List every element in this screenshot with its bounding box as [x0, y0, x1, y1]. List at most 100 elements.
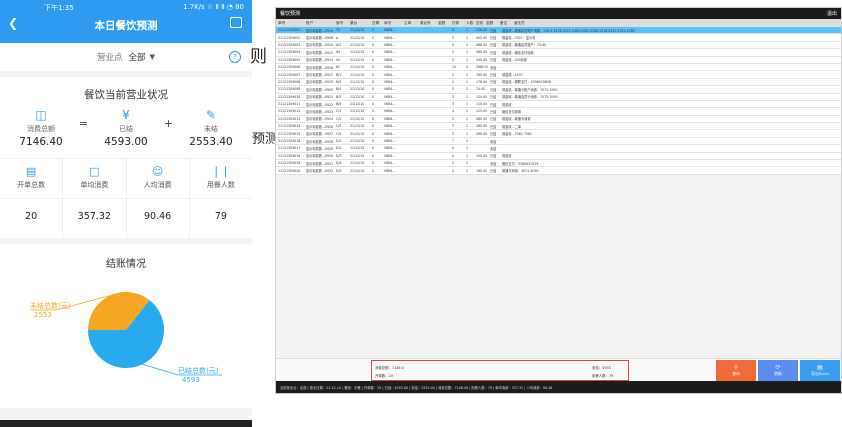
table-cell: 1 [466, 42, 469, 47]
table-cell: 显示标准数...0921 [306, 95, 334, 100]
table-row[interactable]: 21121309009 显示标准数...0920 B/4 21/12/10 0 V6B4.… [276, 86, 841, 94]
button-label: 导出Excel [811, 371, 829, 376]
table-cell: 3 [452, 42, 455, 47]
share-icon[interactable] [230, 17, 242, 28]
metric-value: 357.32 [63, 198, 126, 232]
consumption-total: ◫ 消费总额 7146.40 [10, 108, 72, 148]
table-row[interactable]: 21121309014 显示标准数...0926 C/3 21/12/10 0 V6B4.… [276, 123, 841, 131]
stat-unsettled: 未结：4593 [592, 366, 611, 370]
table-cell: B/1 [336, 72, 342, 77]
table-cell: 3 [452, 161, 455, 166]
table-cell: V6B4... [384, 65, 396, 70]
table-cell: 21/12/10 [350, 57, 365, 62]
column-header[interactable]: 备注 [498, 21, 512, 26]
table-row[interactable]: 21121309003 显示标准数...0910 A/2 21/12/10 0 V6B4.… [276, 41, 841, 50]
table-row[interactable]: 21121309008 显示标准数...0919 B/3 21/12/10 0 V6B4.… [276, 78, 841, 87]
table-cell: 21/12/10 [350, 28, 365, 33]
column-header[interactable]: 应收 [474, 21, 484, 26]
table-row[interactable]: 21121309004 显示标准数...0912 A3 21/12/10 0 V6B4..… [276, 49, 841, 57]
table-cell: 1 [466, 50, 469, 55]
table-cell: 0 [372, 50, 375, 55]
help-icon[interactable]: ? [229, 51, 241, 63]
table-cell: 3 [452, 116, 455, 121]
column-header[interactable]: 客号 [334, 21, 348, 26]
table-cell: V6B4... [384, 57, 396, 62]
table-row[interactable]: 21121309002 显示标准数...0908 A 21/12/10 0 V6B4...… [276, 34, 841, 42]
table-cell: C/3 [336, 124, 342, 129]
button-label: 刷新 [774, 371, 782, 376]
table-row[interactable]: 21121309018 显示标准数...0930 D/3 21/12/10 0 V6B4.… [276, 152, 841, 161]
query-button[interactable]: ⚲ 查询 [716, 360, 756, 381]
table-cell: 21/12/10 [350, 116, 365, 121]
table-cell: 现金收...7007：显示收 [502, 36, 536, 41]
column-header[interactable]: 金额 [436, 21, 450, 26]
table-row[interactable]: 21121309015 显示标准数...0927 C/4 21/12/10 0 V6B4.… [276, 130, 841, 138]
table-cell: 显示标准数...0932 [306, 169, 334, 174]
table-cell: V6B4... [384, 161, 396, 166]
table-row[interactable]: 21121309020 显示标准数...0932 D/5 21/12/10 0 V6B4.… [276, 167, 841, 175]
pie-chart: 未结总数(元)2553 已结总数(元)4593 [30, 292, 222, 384]
table-cell: 74.00 [476, 87, 486, 92]
table-row[interactable]: 21121309019 显示标准数...0931 D/4 21/12/10 0 V6B4.… [276, 160, 841, 168]
table-row[interactable]: 21121309006 显示标准数...0916 B2 21/12/10 0 V6B4..… [276, 63, 841, 72]
desktop-window: 餐饮预测 退出 单号 账户 客号 桌台 日期 单号 主单 桌台号 金额 付款 人数 应收 金额 备注 营业员… [275, 7, 842, 394]
column-header[interactable]: 人数 [464, 21, 474, 26]
table-cell: 1 [466, 79, 469, 84]
table-cell: 2680.00 [476, 65, 488, 70]
refresh-button[interactable]: ⟳ 刷新 [758, 360, 798, 381]
table-cell: B/5 [336, 94, 342, 99]
table-cell: 显示标准数...0922 [306, 102, 334, 107]
metric-diners: ❘❘ 用餐人数 79 [189, 159, 252, 238]
table-cell: 0 [372, 42, 375, 47]
table-cell: V6B4... [384, 79, 396, 84]
table-row[interactable]: 21121309013 显示标准数...0924 C/2 21/12/10 0 V6B4.… [276, 115, 841, 124]
table-row[interactable]: 21121309016 显示标准数...0928 D/1 21/12/10 0 V6B4.… [276, 137, 841, 146]
table-cell: 21121309016 [278, 139, 301, 144]
table-row[interactable]: 21121309005 显示标准数...0914 A5 21/12/10 0 V6B4..… [276, 56, 841, 64]
table-cell: 0 [372, 109, 375, 114]
table-cell: V6B4... [384, 28, 396, 33]
table-cell: 21/12/10 [350, 94, 365, 99]
column-header[interactable]: 账户 [304, 21, 334, 26]
table-row[interactable]: 21121309007 显示标准数...0917 B/1 21/12/10 0 V6B4.… [276, 71, 841, 79]
table-row[interactable]: 21121309017 显示标准数...0929 D/2 21/12/10 0 V6B4.… [276, 145, 841, 153]
table-cell: 21121309018 [278, 153, 301, 158]
filter-value: 全部 [128, 53, 146, 63]
table-cell: 1 [466, 168, 469, 173]
table-cell: 显示标准数...0916 [306, 65, 334, 70]
column-header[interactable]: 单号 [382, 21, 402, 26]
column-header[interactable]: 桌台 [348, 21, 370, 26]
table-cell: D/5 [336, 168, 342, 173]
pie-label: 已结总数(元) [178, 366, 219, 375]
outlet-filter[interactable]: 营业点 全部 ▼ ? [0, 43, 252, 71]
column-header[interactable]: 金额 [484, 21, 498, 26]
column-header[interactable]: 桌台号 [418, 21, 436, 26]
column-header[interactable]: 单号 [276, 21, 304, 26]
column-header[interactable]: 日期 [370, 21, 382, 26]
pie-title: 结账情况 [106, 259, 146, 270]
summary-card: 餐饮当前营业状况 ◫ 消费总额 7146.40 = ¥ 已结 4593.00 +… [0, 77, 252, 238]
column-header[interactable]: 付款 [450, 21, 464, 26]
export-excel-button[interactable]: ▤ 导出Excel [800, 360, 840, 381]
table-cell: 已结 [490, 87, 497, 92]
table-row[interactable]: 21121309012 显示标准数...0923 C/1 21/12/10 0 V6B4.… [276, 108, 841, 116]
table-row[interactable]: 21121309011 显示标准数...0922 B/6 21/12/10 0 V6B4.… [276, 100, 841, 109]
table-cell: 0 [372, 131, 375, 136]
metrics-grid: ▤ 开单总数 20 □ 单均消费 357.32 ☺ 人均消费 90.46 ❘❘ … [0, 158, 252, 238]
table-cell: D/2 [336, 146, 342, 151]
table-cell: 现金收...普通会员账户消费：256.4,3478,0221,4459,4392… [502, 28, 635, 33]
table-cell: V6B4... [384, 139, 396, 144]
table-cell: 100.00 [476, 153, 488, 158]
table-row[interactable]: 21121309001 显示标准数...0919 TV 21/12/10 0 V6B4..… [276, 27, 841, 35]
table-cell: 21/12/10 [350, 65, 365, 70]
table-row[interactable]: 21121309010 显示标准数...0921 B/5 21/12/10 0 V6B4.… [276, 93, 841, 101]
column-header[interactable]: 营业员 [512, 21, 662, 26]
exit-button[interactable]: 退出 [827, 10, 837, 17]
metric-label: 单均消费 [80, 181, 109, 189]
table-cell: 21121309004 [278, 50, 301, 55]
table-cell: 显示标准数...0923 [306, 109, 334, 114]
column-header[interactable]: 主单 [402, 21, 418, 26]
table-cell: A/2 [336, 42, 342, 47]
table-cell: 0 [372, 79, 375, 84]
table-cell: V6B4... [384, 146, 396, 151]
